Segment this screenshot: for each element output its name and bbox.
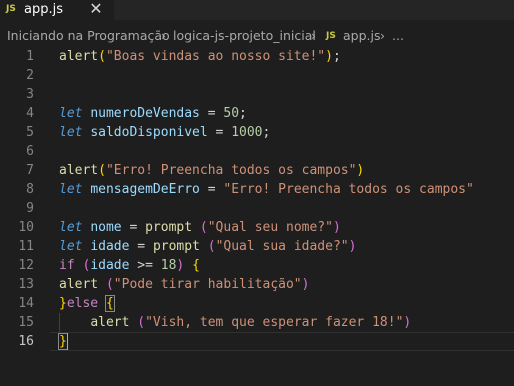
code-line[interactable]: 12 if (idade >= 18) { (0, 256, 514, 275)
code-line[interactable]: 9 (0, 199, 514, 218)
line-number: 13 (18, 277, 34, 292)
code-line[interactable]: 10 let nome = prompt ("Qual seu nome?") (0, 218, 514, 237)
code-text[interactable]: let mensagemDeErro = "Erro! Preencha tod… (59, 180, 474, 199)
line-number: 4 (26, 106, 34, 121)
code-text[interactable]: let saldoDisponivel = 1000; (59, 123, 270, 142)
code-line[interactable]: 2 (0, 66, 514, 85)
line-number: 5 (26, 125, 34, 140)
line-number: 14 (18, 296, 34, 311)
line-number: 1 (26, 49, 34, 64)
breadcrumb-separator: › (380, 28, 385, 43)
breadcrumb-item-project[interactable]: logica-js-projeto_inicial (173, 28, 316, 43)
code-text[interactable]: alert("Boas vindas ao nosso site!"); (59, 47, 341, 66)
breadcrumb: Iniciando na Programação › logica-js-pro… (0, 26, 514, 46)
indent-guide (59, 313, 60, 332)
code-line[interactable]: 3 (0, 85, 514, 104)
tab-label: app.js (24, 2, 63, 17)
code-line[interactable]: 8 let mensagemDeErro = "Erro! Preencha to… (0, 180, 514, 199)
close-icon[interactable]: ✕ (89, 0, 103, 19)
code-line[interactable]: 16} (0, 332, 514, 351)
code-text[interactable]: alert("Erro! Preencha todos os campos") (59, 161, 364, 180)
code-text[interactable]: alert ("Pode tirar habilitação") (59, 275, 309, 294)
breadcrumb-separator: › (311, 28, 316, 43)
code-line[interactable]: 13 alert ("Pode tirar habilitação") (0, 275, 514, 294)
code-text[interactable]: let nome = prompt ("Qual seu nome?") (59, 218, 341, 237)
tab-app-js[interactable]: JS app.js ✕ (0, 0, 114, 20)
line-number: 8 (26, 182, 34, 197)
line-number: 15 (18, 315, 34, 330)
line-number: 2 (26, 68, 34, 83)
line-number: 10 (18, 220, 34, 235)
text-cursor (67, 333, 68, 350)
breadcrumb-item-symbols[interactable]: ... (392, 28, 404, 43)
code-text[interactable]: alert ("Vish, tem que esperar fazer 18!"… (59, 313, 411, 332)
breadcrumb-item-folder[interactable]: Iniciando na Programação (7, 28, 170, 43)
code-text[interactable]: } (58, 332, 68, 351)
code-line[interactable]: 15 alert ("Vish, tem que esperar fazer 1… (0, 313, 514, 332)
code-text[interactable]: let idade = prompt ("Qual sua idade?") (59, 237, 356, 256)
code-line[interactable]: 7 alert("Erro! Preencha todos os campos") (0, 161, 514, 180)
line-number: 12 (18, 258, 34, 273)
breadcrumb-separator: › (161, 28, 166, 43)
code-line[interactable]: 4 let numeroDeVendas = 50; (0, 104, 514, 123)
code-editor[interactable]: 1 alert("Boas vindas ao nosso site!"); 2 3 4… (0, 46, 514, 386)
code-line[interactable]: 14 }else { (0, 294, 514, 313)
line-number: 7 (26, 163, 34, 178)
line-number: 6 (26, 144, 34, 159)
code-line[interactable]: 1 alert("Boas vindas ao nosso site!"); (0, 47, 514, 66)
line-number: 16 (18, 334, 34, 349)
line-number: 11 (18, 239, 34, 254)
javascript-file-icon: JS (6, 4, 16, 14)
line-number: 9 (26, 201, 34, 216)
breadcrumb-item-file[interactable]: app.js (343, 28, 381, 43)
current-line-highlight (50, 332, 514, 351)
code-line[interactable]: 5 let saldoDisponivel = 1000; (0, 123, 514, 142)
code-line[interactable]: 6 (0, 142, 514, 161)
code-text[interactable]: if (idade >= 18) { (59, 256, 200, 275)
code-text[interactable]: let numeroDeVendas = 50; (59, 104, 247, 123)
code-text[interactable]: }else { (59, 294, 115, 313)
tab-bar: JS app.js ✕ (0, 0, 514, 20)
line-number: 3 (26, 87, 34, 102)
javascript-file-icon: JS (326, 31, 336, 41)
code-line[interactable]: 11 let idade = prompt ("Qual sua idade?") (0, 237, 514, 256)
